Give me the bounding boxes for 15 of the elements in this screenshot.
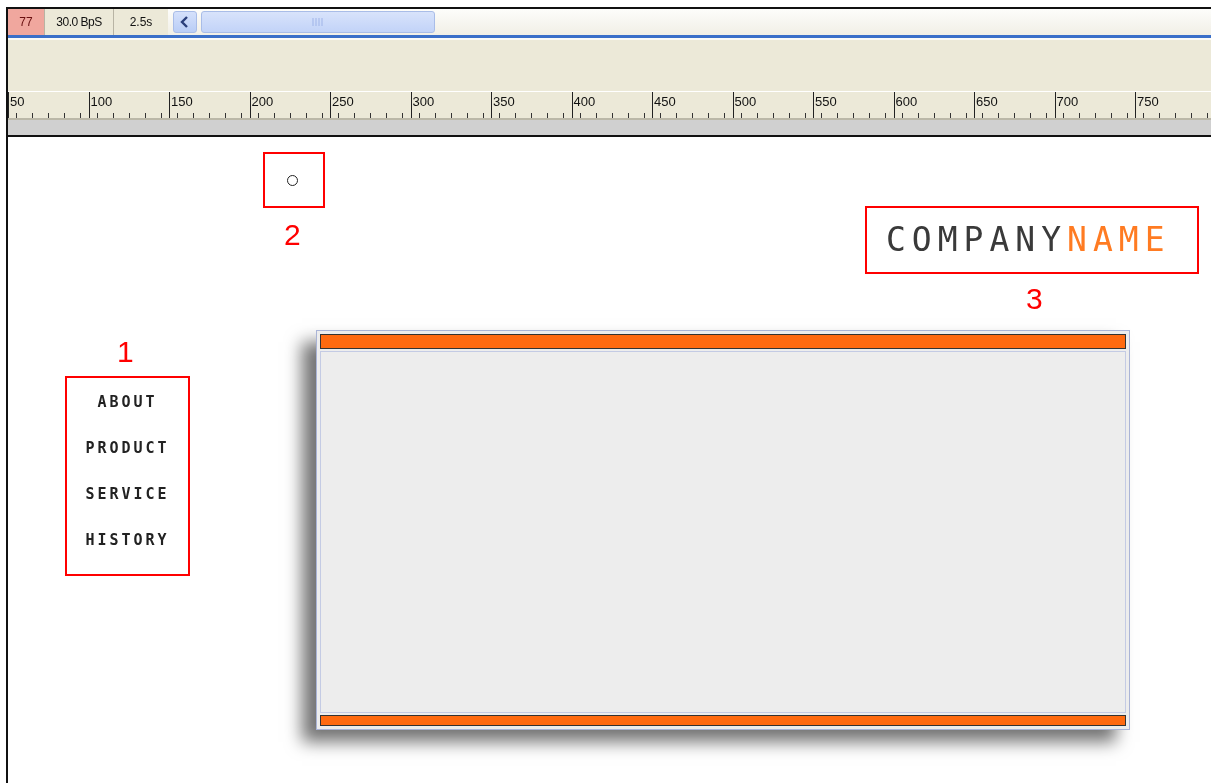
logo: COMPANY NAME: [886, 223, 1171, 257]
scroll-left-button[interactable]: [173, 11, 197, 33]
scroll-thumb[interactable]: [201, 11, 435, 33]
elapsed-time: 2.5s: [114, 9, 168, 35]
frame-rate: 30.0 BpS: [45, 9, 114, 35]
menu-item[interactable]: PRODUCT: [85, 438, 170, 458]
caret-icon: [180, 16, 190, 28]
frame-number: 77: [8, 9, 45, 35]
callout-number: 3: [1026, 283, 1043, 315]
menu-item[interactable]: SERVICE: [85, 484, 170, 504]
callout-number: 1: [117, 336, 134, 368]
callout-number: 2: [284, 219, 301, 251]
highlight-box: [263, 152, 325, 208]
menu-item[interactable]: HISTORY: [85, 530, 170, 550]
menu-item[interactable]: ABOUT: [97, 392, 158, 412]
